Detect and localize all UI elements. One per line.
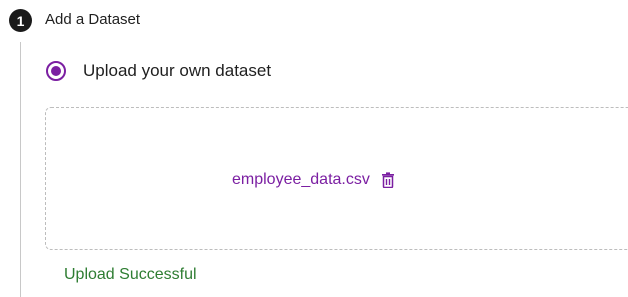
radio-button[interactable] xyxy=(46,61,66,81)
upload-own-dataset-label[interactable]: Upload your own dataset xyxy=(83,58,271,84)
step-title: Add a Dataset xyxy=(45,11,141,28)
radio-selected-dot xyxy=(51,66,61,76)
upload-status-message: Upload Successful xyxy=(64,266,197,283)
trash-icon[interactable] xyxy=(380,171,396,189)
upload-own-dataset-option[interactable]: Upload your own dataset xyxy=(46,58,271,84)
trash-icon-graphic xyxy=(381,172,394,188)
uploaded-file: employee_data.csv xyxy=(232,169,396,191)
uploaded-file-name: employee_data.csv xyxy=(232,171,370,188)
step-number-badge: 1 xyxy=(9,9,32,32)
step-connector-line xyxy=(20,42,21,297)
